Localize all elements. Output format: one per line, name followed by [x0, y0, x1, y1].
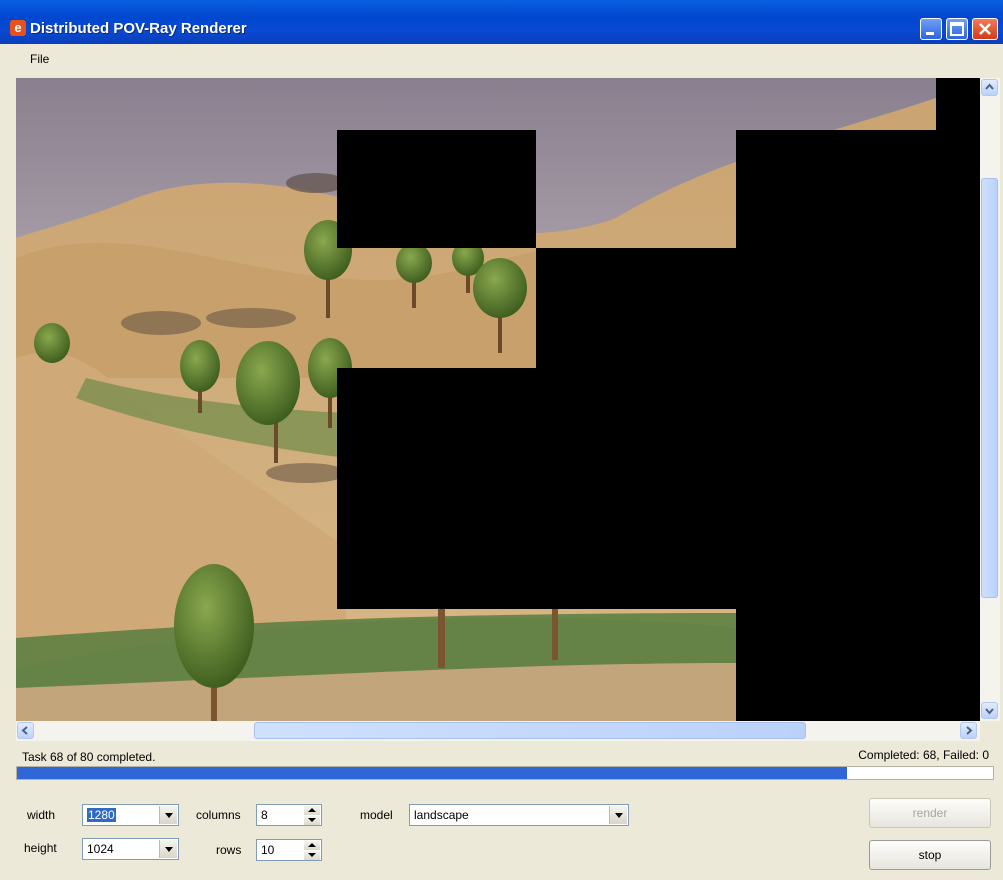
width-label: width — [27, 808, 56, 822]
columns-spinner[interactable]: 8 — [256, 804, 322, 826]
render-progress-fill — [17, 767, 847, 779]
minimize-icon — [926, 32, 934, 35]
rendered-landscape-image — [16, 78, 980, 721]
maximize-button[interactable] — [946, 18, 968, 40]
columns-value: 8 — [261, 808, 268, 822]
rows-value: 10 — [261, 843, 275, 857]
menu-file[interactable]: File — [30, 52, 49, 66]
scroll-down-button[interactable] — [981, 702, 998, 719]
chevron-down-icon[interactable] — [159, 806, 177, 824]
render-viewport[interactable] — [16, 78, 980, 721]
width-combobox[interactable]: 1280 — [82, 804, 179, 826]
scroll-left-icon — [21, 726, 28, 735]
window-title: Distributed POV-Ray Renderer — [30, 20, 247, 37]
title-bar[interactable]: e Distributed POV-Ray Renderer — [0, 0, 1003, 44]
rows-spinner[interactable]: 10 — [256, 839, 322, 861]
spin-up-icon[interactable] — [304, 806, 320, 815]
chevron-down-icon[interactable] — [159, 840, 177, 858]
model-value: landscape — [414, 808, 469, 822]
spin-up-icon[interactable] — [304, 841, 320, 850]
width-value: 1280 — [87, 808, 116, 822]
render-progress-bar — [16, 766, 994, 780]
height-label: height — [24, 841, 57, 855]
scroll-down-icon — [985, 708, 994, 715]
scroll-right-button[interactable] — [960, 722, 977, 739]
chevron-down-icon[interactable] — [609, 806, 627, 824]
height-value: 1024 — [87, 842, 114, 856]
task-status-text: Task 68 of 80 completed. — [22, 750, 156, 764]
maximize-icon — [950, 22, 964, 36]
menu-bar — [0, 44, 1003, 72]
render-button[interactable]: render — [869, 798, 991, 828]
rows-label: rows — [216, 843, 242, 857]
completion-summary-text: Completed: 68, Failed: 0 — [858, 748, 989, 762]
height-combobox[interactable]: 1024 — [82, 838, 179, 860]
minimize-button[interactable] — [920, 18, 942, 40]
stop-button[interactable]: stop — [869, 840, 991, 870]
columns-label: columns — [196, 808, 241, 822]
vertical-scrollbar[interactable] — [980, 78, 1000, 721]
spin-down-icon[interactable] — [304, 816, 320, 825]
close-icon — [979, 23, 991, 35]
spin-down-icon[interactable] — [304, 851, 320, 860]
model-label: model — [360, 808, 393, 822]
scroll-left-button[interactable] — [17, 722, 34, 739]
horizontal-scroll-thumb[interactable] — [254, 722, 806, 739]
vertical-scroll-thumb[interactable] — [981, 178, 998, 598]
scroll-up-icon — [985, 83, 994, 90]
app-logo-icon: e — [10, 20, 26, 36]
scroll-up-button[interactable] — [981, 79, 998, 96]
model-combobox[interactable]: landscape — [409, 804, 629, 826]
scroll-right-icon — [966, 726, 973, 735]
close-button[interactable] — [972, 18, 998, 40]
horizontal-scrollbar[interactable] — [16, 721, 980, 741]
